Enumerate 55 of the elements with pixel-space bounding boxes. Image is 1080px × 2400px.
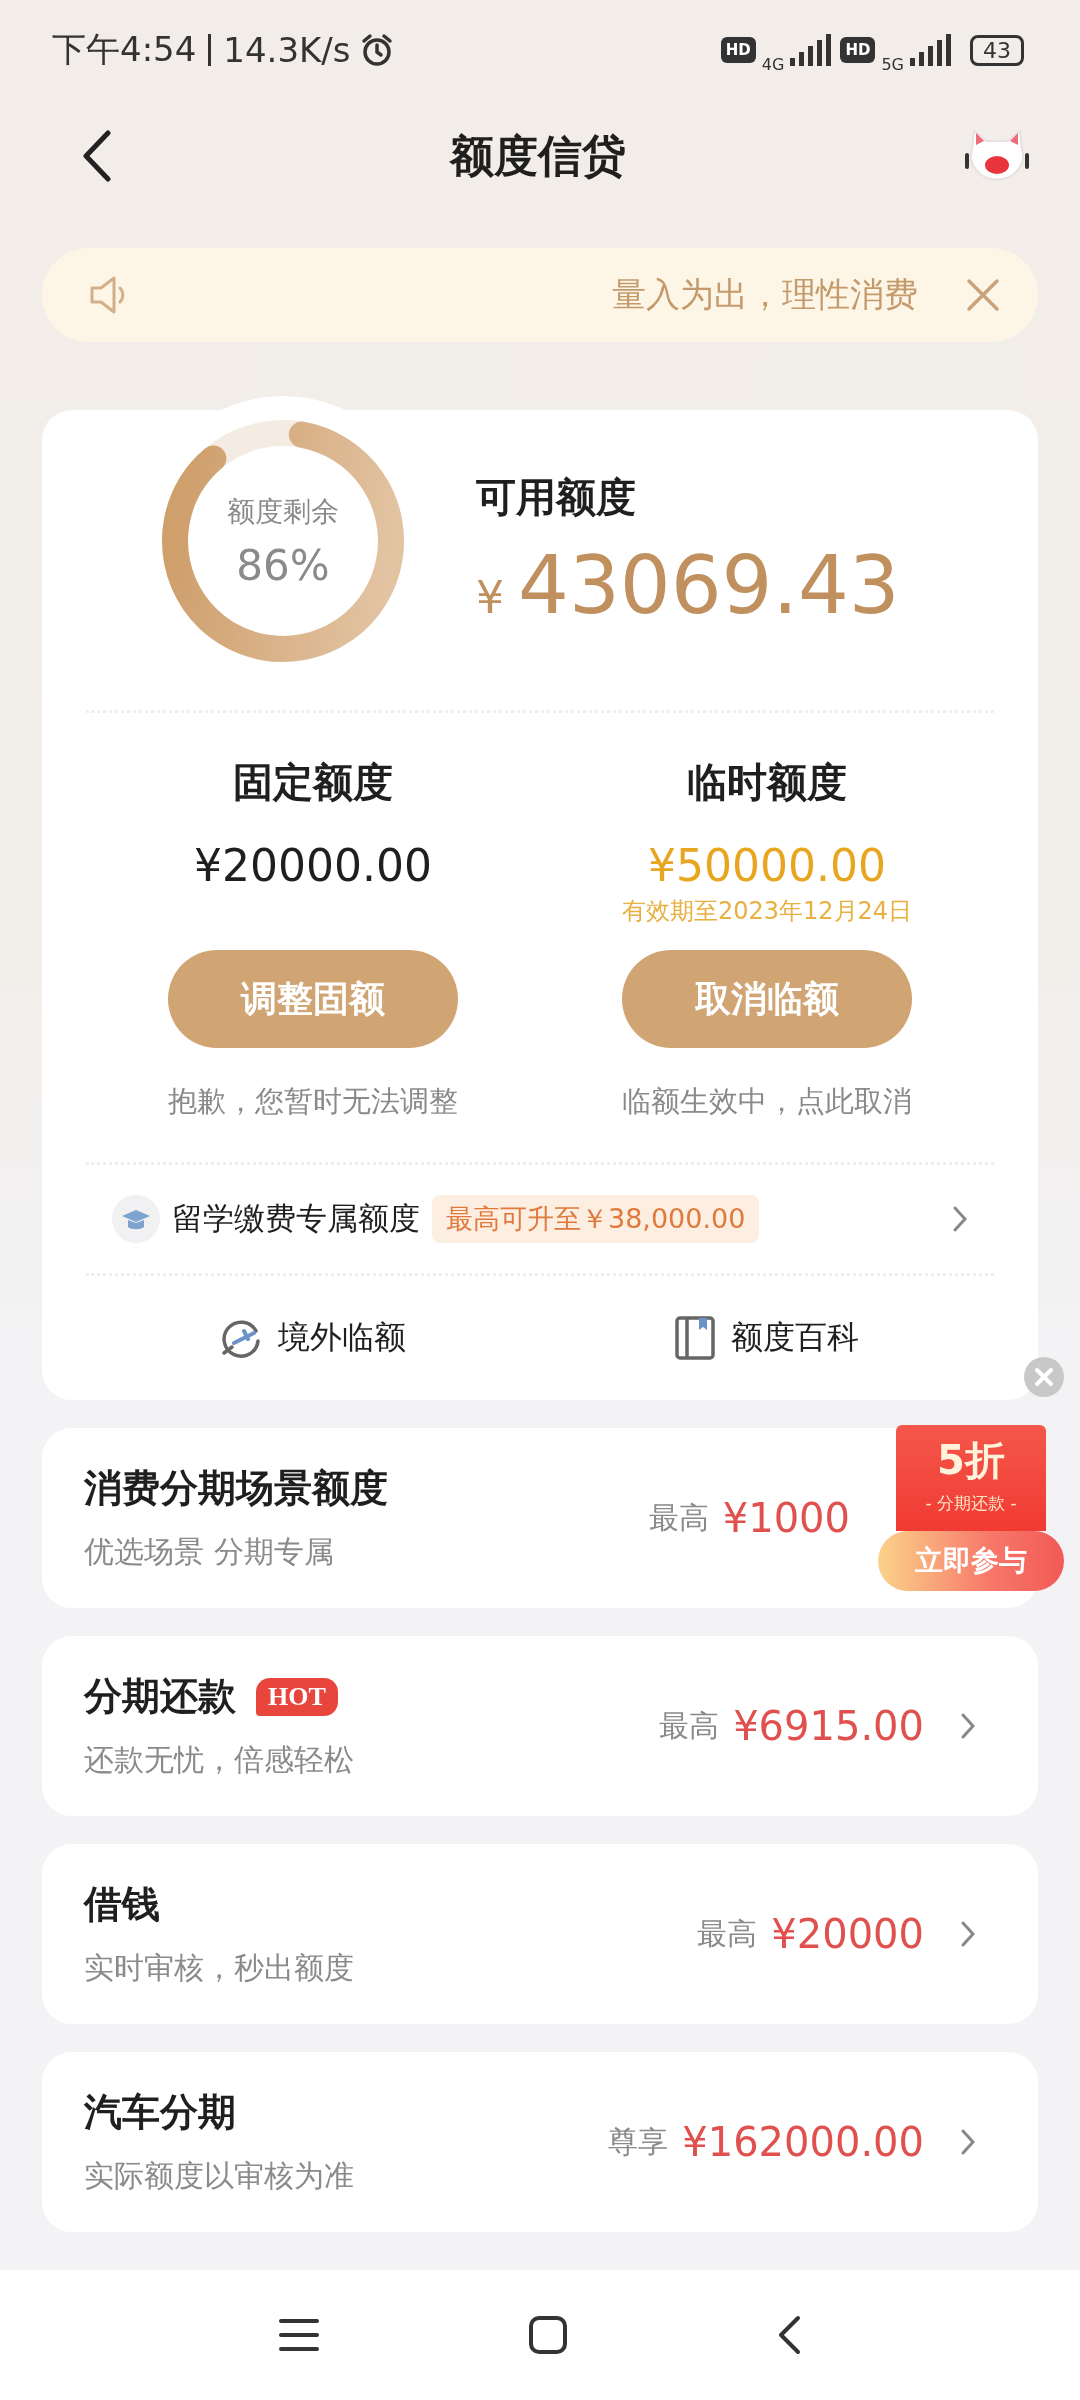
battery-level: 43 (970, 34, 1024, 66)
product-card[interactable]: 分期还款 HOT 还款无忧，倍感轻松 最高 ¥6915.00 (42, 1636, 1038, 1816)
menu-icon[interactable] (279, 2317, 319, 2353)
product-card[interactable]: 借钱 实时审核，秒出额度 最高 ¥20000 (42, 1844, 1038, 2024)
ring-label: 额度剩余 (227, 493, 339, 530)
study-tag: 最高可升至￥38,000.00 (432, 1195, 760, 1243)
graduation-cap-icon (112, 1195, 160, 1243)
network-type: 4G (761, 54, 785, 74)
validity-text: 有效期至2023年12月24日 (621, 896, 913, 927)
product-subtitle: 优选场景 分期专属 (84, 1533, 335, 1571)
product-title: 分期还款 (84, 1673, 236, 1720)
product-subtitle: 实时审核，秒出额度 (84, 1949, 354, 1987)
ring-value: 86% (236, 540, 330, 590)
currency-sign: ¥ (476, 572, 504, 623)
product-title: 汽车分期 (84, 2089, 236, 2136)
amount-prefix: 最高 (697, 1914, 758, 1953)
plane-globe-icon (220, 1317, 262, 1359)
amount-prefix: 最高 (648, 1498, 709, 1537)
product-subtitle: 实际额度以审核为准 (84, 2157, 354, 2195)
back-icon[interactable] (82, 130, 112, 182)
quota-amount: ¥50000.00 (648, 840, 886, 891)
promo-headline: 5折 (937, 1436, 1005, 1485)
product-amount: ¥162000.00 (682, 2119, 924, 2165)
available-amount: 43069.43 (518, 539, 900, 632)
product-title: 借钱 (84, 1881, 160, 1928)
product-subtitle: 还款无忧，倍感轻松 (84, 1741, 354, 1779)
shortcut-link[interactable]: 境外临额 (86, 1276, 540, 1400)
quota-title: 固定额度 (233, 758, 393, 807)
product-amount: ¥20000 (771, 1911, 924, 1957)
home-icon[interactable] (529, 2316, 567, 2354)
study-row[interactable]: 留学缴费专属额度 最高可升至￥38,000.00 (86, 1165, 994, 1273)
product-card[interactable]: 汽车分期 实际额度以审核为准 尊享 ¥162000.00 (42, 2052, 1038, 2232)
back-icon[interactable] (777, 2315, 801, 2355)
quota-title: 临时额度 (687, 758, 847, 807)
page-title: 额度信贷 (450, 128, 626, 183)
hot-badge: HOT (256, 1677, 338, 1716)
quota-amount: ¥20000.00 (194, 840, 432, 891)
status-time: 下午4:54 (52, 28, 197, 71)
chevron-icon (952, 1205, 968, 1233)
hd-icon: HD (720, 37, 756, 63)
signal-icon (910, 34, 954, 66)
network-type: 5G (881, 54, 904, 74)
product-title: 消费分期场景额度 (84, 1465, 388, 1512)
amount-prefix: 最高 (659, 1706, 720, 1745)
shortcut-link[interactable]: 额度百科 (540, 1276, 994, 1400)
book-icon (675, 1316, 715, 1360)
hd-icon: HD (840, 37, 876, 63)
study-title: 留学缴费专属额度 (172, 1199, 420, 1238)
network-speed: 14.3K/s (223, 30, 351, 70)
notice-text: 量入为出，理性消费 (611, 273, 918, 316)
amount-prefix: 尊享 (608, 2122, 669, 2161)
product-amount: ¥6915.00 (733, 1703, 924, 1749)
product-amount: ¥1000 (722, 1495, 850, 1541)
promo-subtitle: - 分期还款 - (925, 1492, 1017, 1515)
available-label: 可用额度 (476, 473, 637, 522)
